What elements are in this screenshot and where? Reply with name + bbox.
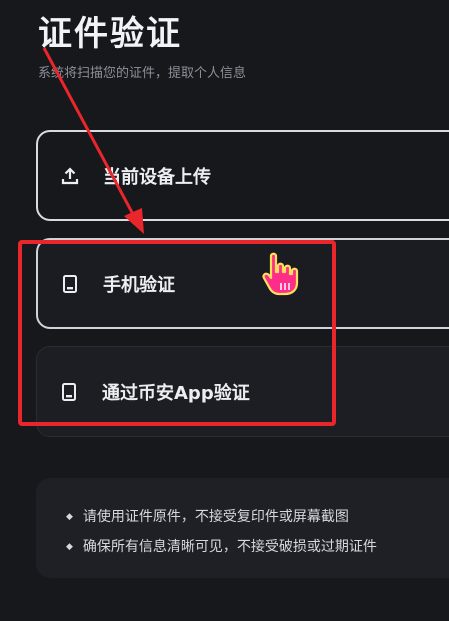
annotation-arrow-icon [42, 47, 144, 234]
hand-pointer-icon [262, 252, 299, 296]
